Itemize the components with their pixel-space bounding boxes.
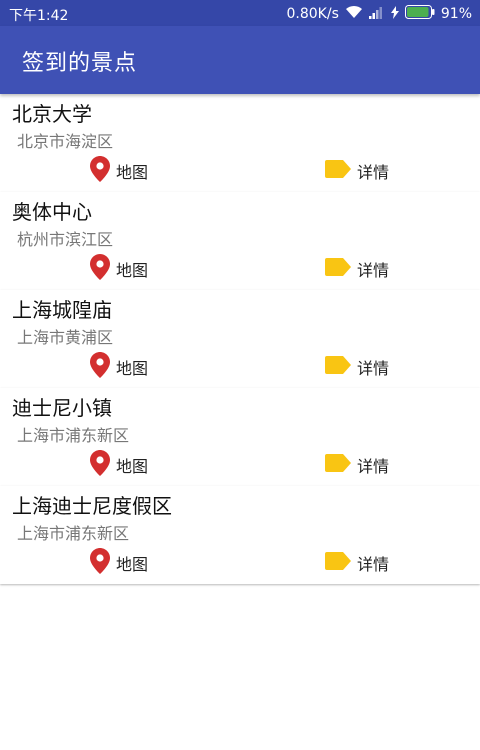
place-card: 北京大学 北京市海淀区 地图 详情	[0, 94, 480, 192]
app-bar: 签到的景点	[0, 26, 480, 94]
detail-button[interactable]: 详情	[325, 158, 389, 184]
tag-icon	[325, 356, 351, 378]
detail-button-label: 详情	[357, 163, 390, 182]
tag-icon	[325, 258, 351, 280]
map-button[interactable]: 地图	[90, 156, 149, 186]
map-button[interactable]: 地图	[90, 352, 149, 382]
map-button-label: 地图	[116, 555, 149, 574]
place-address: 上海市浦东新区	[17, 426, 130, 445]
place-address: 杭州市滨江区	[17, 230, 114, 249]
detail-button[interactable]: 详情	[325, 256, 389, 282]
battery-level: 91%	[440, 6, 472, 22]
tag-icon	[325, 160, 351, 182]
detail-button-label: 详情	[357, 555, 390, 574]
place-address: 北京市海淀区	[17, 132, 114, 151]
place-card: 奥体中心 杭州市滨江区 地图 详情	[0, 192, 480, 290]
map-button-label: 地图	[116, 261, 149, 280]
tag-icon	[325, 454, 351, 476]
signal-icon	[368, 6, 385, 23]
place-list: 北京大学 北京市海淀区 地图 详情 奥体中心 杭州市滨江区 地图 详情 上海城隍…	[0, 94, 480, 584]
place-card: 上海城隍庙 上海市黄浦区 地图 详情	[0, 290, 480, 388]
map-button[interactable]: 地图	[90, 548, 149, 578]
wifi-icon	[345, 5, 363, 23]
place-card: 上海迪士尼度假区 上海市浦东新区 地图 详情	[0, 486, 480, 584]
map-button[interactable]: 地图	[90, 450, 149, 480]
map-pin-icon	[90, 548, 110, 578]
place-name: 奥体中心	[12, 200, 92, 224]
network-speed: 0.80K/s	[286, 6, 339, 22]
place-name: 迪士尼小镇	[12, 396, 112, 420]
map-pin-icon	[90, 352, 110, 382]
place-card: 迪士尼小镇 上海市浦东新区 地图 详情	[0, 388, 480, 486]
status-indicators: 0.80K/s 91%	[286, 5, 472, 23]
map-button-label: 地图	[116, 457, 149, 476]
place-address: 上海市浦东新区	[17, 524, 130, 543]
charging-icon	[390, 5, 399, 23]
place-address: 上海市黄浦区	[17, 328, 114, 347]
map-pin-icon	[90, 450, 110, 480]
detail-button-label: 详情	[357, 359, 390, 378]
status-time: 下午1:42	[9, 8, 69, 24]
detail-button-label: 详情	[357, 457, 390, 476]
map-button-label: 地图	[116, 359, 149, 378]
page-title: 签到的景点	[22, 51, 138, 76]
detail-button[interactable]: 详情	[325, 550, 389, 576]
detail-button[interactable]: 详情	[325, 354, 389, 380]
battery-icon	[404, 5, 435, 23]
map-pin-icon	[90, 254, 110, 284]
detail-button-label: 详情	[357, 261, 390, 280]
place-name: 北京大学	[12, 102, 92, 126]
place-name: 上海城隍庙	[12, 298, 112, 322]
status-bar: 下午1:42 0.80K/s 91%	[0, 0, 480, 26]
map-pin-icon	[90, 156, 110, 186]
map-button-label: 地图	[116, 163, 149, 182]
map-button[interactable]: 地图	[90, 254, 149, 284]
place-name: 上海迪士尼度假区	[12, 494, 172, 518]
detail-button[interactable]: 详情	[325, 452, 389, 478]
tag-icon	[325, 552, 351, 574]
